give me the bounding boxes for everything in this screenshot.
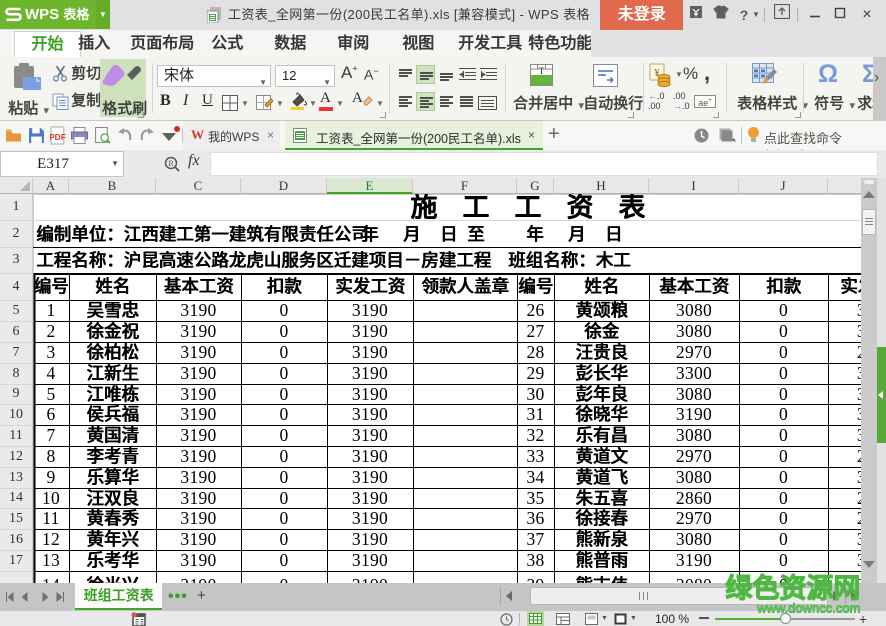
svg-text:T: T xyxy=(539,66,545,76)
svg-text:PDF: PDF xyxy=(50,132,66,142)
svg-text:R: R xyxy=(168,159,174,168)
